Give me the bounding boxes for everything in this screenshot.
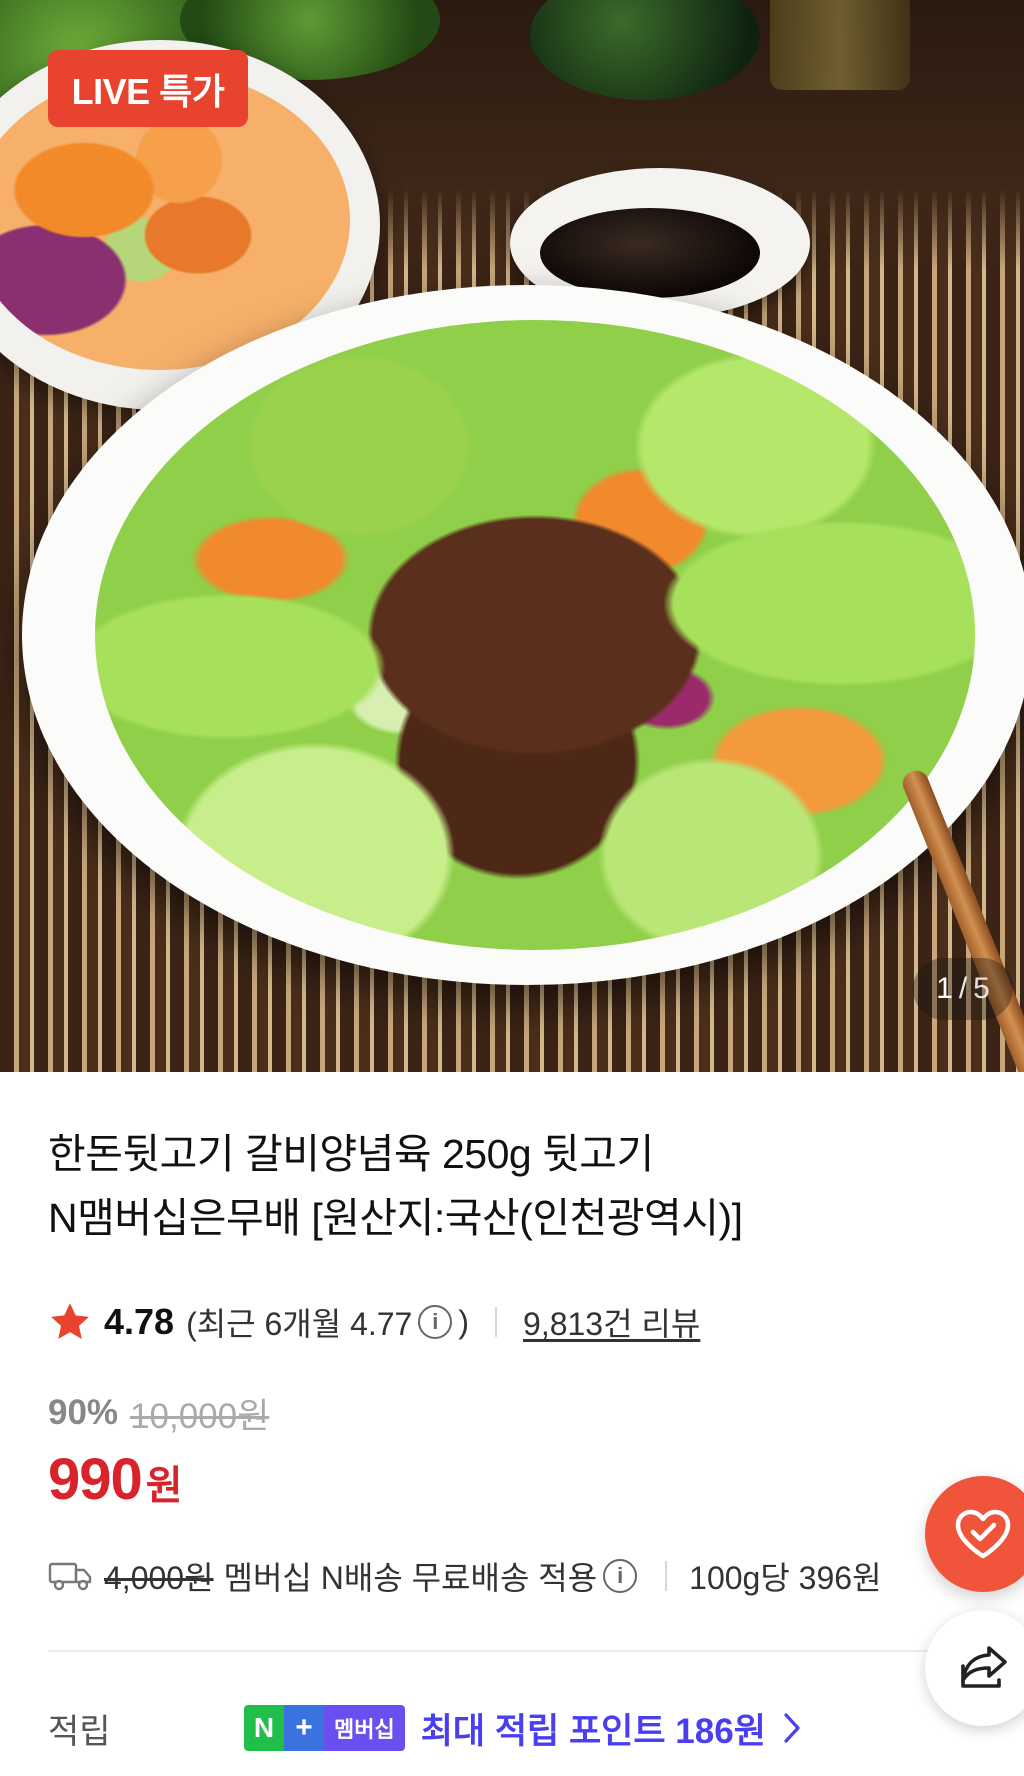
original-price: 10,000원	[130, 1396, 270, 1436]
like-button[interactable]	[925, 1476, 1024, 1592]
counter-current: 1	[936, 972, 953, 1005]
max-points-text: 최대 적립 포인트 186원	[420, 1711, 766, 1751]
rating-value: 4.78	[104, 1301, 175, 1342]
section-divider	[48, 1650, 938, 1652]
soy-sauce	[540, 208, 760, 298]
info-icon[interactable]: i	[603, 1559, 638, 1593]
plus-badge-symbol: +	[284, 1705, 324, 1751]
n-badge-letter: N	[244, 1705, 284, 1751]
unit-price: 100g당 396원	[689, 1560, 882, 1596]
discount-rate: 90%	[48, 1393, 119, 1432]
shipping-fee-original: 4,000원	[104, 1560, 214, 1596]
recent-rating-label: (최근 6개월 4.77	[186, 1306, 413, 1342]
points-row[interactable]: 적립 N + 멤버십 최대 적립 포인트 186원	[48, 1696, 804, 1760]
discount-row: 90% 10,000원	[48, 1388, 269, 1438]
recent-rating-close: )	[458, 1303, 470, 1340]
product-image-carousel[interactable]: LIVE 특가 1 / 5	[0, 0, 1024, 1072]
counter-separator: /	[958, 972, 968, 1005]
counter-total: 5	[973, 972, 990, 1005]
share-icon	[961, 1646, 1007, 1688]
jar-decor	[770, 0, 910, 90]
price-unit: 원	[145, 1464, 183, 1508]
recent-rating: (최근 6개월 4.77 i )	[186, 1299, 469, 1345]
final-price: 990	[48, 1447, 143, 1512]
star-icon	[51, 1303, 89, 1339]
heart-check-icon	[955, 1509, 1011, 1559]
product-title-line1: 한돈뒷고기 갈비양념육 250g 뒷고기	[48, 1131, 654, 1177]
divider	[495, 1307, 498, 1337]
points-label: 적립	[48, 1712, 111, 1751]
truck-icon	[48, 1562, 92, 1591]
reviews-link[interactable]: 9,813건 리뷰	[523, 1299, 700, 1345]
membership-badge-label: 멤버십	[324, 1705, 405, 1751]
share-button[interactable]	[925, 1610, 1024, 1726]
product-title: 한돈뒷고기 갈비양념육 250g 뒷고기 N맴버십은무배 [원산지:국산(인천광…	[48, 1122, 908, 1250]
live-deal-badge: LIVE 특가	[48, 50, 248, 127]
divider	[665, 1561, 668, 1591]
n-plus-membership-badge: N + 멤버십	[244, 1705, 405, 1751]
image-counter: 1 / 5	[913, 958, 1013, 1020]
rating-row: 4.78 (최근 6개월 4.77 i ) 9,813건 리뷰	[48, 1295, 700, 1349]
shipping-row: 4,000원 멤버십 N배송 무료배송 적용 i 100g당 396원	[48, 1548, 882, 1604]
shipping-benefit: 멤버십 N배송 무료배송 적용	[223, 1560, 598, 1596]
chevron-right-icon	[784, 1713, 800, 1743]
beef-salad	[95, 320, 975, 950]
price-row: 990 원	[48, 1446, 183, 1526]
product-title-line2: N맴버십은무배 [원산지:국산(인천광역시)]	[48, 1195, 743, 1241]
info-icon[interactable]: i	[418, 1305, 453, 1339]
